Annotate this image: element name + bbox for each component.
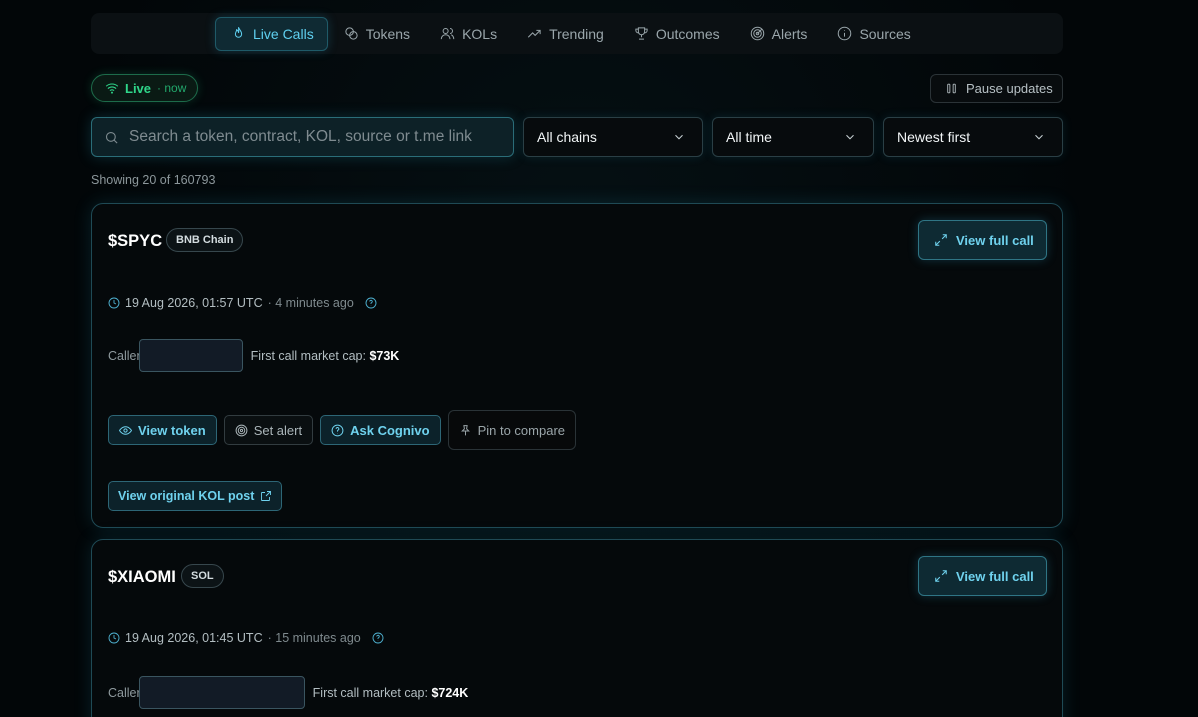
chain-badge: SOL — [181, 564, 224, 588]
caller-avatar[interactable] — [138, 339, 243, 372]
set-alert-button[interactable]: Set alert — [223, 415, 314, 445]
live-status-badge: Live · now — [91, 74, 198, 102]
view-original-post-button[interactable]: View original KOL post — [108, 481, 283, 511]
call-actions: View token Set alert Ask Cognivo Pin to … — [108, 410, 577, 450]
token-ticker: $XIAOMI — [108, 568, 176, 586]
tab-tokens[interactable]: Tokens — [328, 17, 424, 51]
search-bar — [91, 117, 514, 157]
search-input[interactable] — [129, 128, 499, 146]
pause-icon — [947, 83, 956, 94]
market-cap-value: $73K — [369, 348, 400, 363]
chevron-down-icon — [1035, 134, 1043, 140]
call-timestamp: 19 Aug 2026, 01:45 UTC — [125, 631, 263, 645]
tab-sources[interactable]: Sources — [821, 17, 924, 51]
live-label: Live — [125, 80, 152, 96]
trending-up-icon — [527, 29, 541, 38]
pause-label: Pause updates — [966, 81, 1053, 96]
tab-label: Live Calls — [253, 25, 314, 42]
external-link-icon — [261, 491, 272, 501]
tab-label: Tokens — [365, 25, 411, 42]
view-full-call-label: View full call — [956, 568, 1034, 584]
radar-icon — [750, 26, 764, 41]
trophy-icon — [635, 27, 648, 40]
market-cap-value: $724K — [431, 685, 469, 700]
call-timestamp-row: 19 Aug 2026, 01:57 UTC · 4 minutes ago — [108, 296, 377, 310]
set-alert-label: Set alert — [253, 422, 303, 438]
caller-avatar[interactable] — [138, 676, 305, 709]
ask-cognivo-label: Ask Cognivo — [350, 422, 430, 438]
caller-row: Caller First call market cap: $73K — [108, 339, 399, 372]
view-token-label: View token — [138, 422, 206, 438]
tab-alerts[interactable]: Alerts — [734, 17, 822, 51]
chain-select-value: All chains — [537, 129, 597, 145]
caller-label: Caller — [108, 685, 141, 700]
tab-label: Outcomes — [655, 25, 720, 42]
coins-icon — [345, 27, 358, 40]
results-count: Showing 20 of 160793 — [91, 173, 216, 187]
pause-updates-button[interactable]: Pause updates — [930, 74, 1063, 103]
tab-trending[interactable]: Trending — [511, 17, 618, 51]
caller-row: Caller First call market cap: $724K — [108, 676, 468, 709]
eye-icon — [119, 425, 132, 435]
sort-select[interactable]: Newest first — [883, 117, 1063, 157]
sort-select-value: Newest first — [897, 129, 971, 145]
chain-badge: BNB Chain — [166, 228, 244, 252]
view-full-call-button[interactable]: View full call — [918, 556, 1047, 596]
chevron-down-icon — [675, 134, 683, 140]
tab-outcomes[interactable]: Outcomes — [618, 17, 734, 51]
radar-icon — [235, 424, 248, 436]
help-circle-icon — [331, 424, 344, 436]
time-select[interactable]: All time — [712, 117, 874, 157]
call-timestamp-row: 19 Aug 2026, 01:45 UTC · 15 minutes ago — [108, 631, 384, 645]
tab-label: Sources — [859, 25, 911, 42]
tab-live-calls[interactable]: Live Calls — [215, 16, 328, 51]
expand-icon — [935, 234, 947, 246]
call-timestamp: 19 Aug 2026, 01:57 UTC — [125, 296, 263, 310]
call-card: $SPYC BNB Chain View full call 19 Aug 20… — [91, 203, 1063, 528]
tab-label: KOLs — [462, 25, 498, 42]
token-ticker: $SPYC — [108, 232, 163, 250]
chevron-down-icon — [846, 134, 854, 140]
help-icon[interactable] — [365, 297, 377, 309]
clock-icon — [108, 297, 120, 309]
pin-icon — [460, 424, 470, 435]
view-original-post-label: View original KOL post — [118, 489, 255, 503]
view-full-call-label: View full call — [956, 232, 1034, 248]
call-card: $XIAOMI SOL View full call 19 Aug 2026, … — [91, 539, 1063, 717]
caller-label: Caller — [108, 348, 141, 363]
view-full-call-button[interactable]: View full call — [918, 220, 1047, 260]
tab-label: Trending — [549, 25, 604, 42]
tab-kols[interactable]: KOLs — [424, 17, 511, 51]
call-relative-time: · 4 minutes ago — [267, 296, 354, 310]
search-icon — [105, 131, 118, 144]
flame-icon — [234, 27, 243, 38]
chain-select[interactable]: All chains — [523, 117, 703, 157]
wifi-icon — [105, 83, 119, 94]
users-icon — [440, 28, 455, 40]
market-cap-label: First call market cap: $724K — [312, 685, 469, 700]
live-suffix: · now — [157, 81, 187, 95]
view-token-button[interactable]: View token — [108, 415, 217, 445]
info-icon — [838, 26, 852, 41]
pin-to-compare-label: Pin to compare — [477, 422, 566, 438]
top-nav: Live Calls Tokens KOLs Trending Outcomes… — [91, 13, 1063, 54]
clock-icon — [108, 632, 120, 644]
pin-to-compare-button[interactable]: Pin to compare — [447, 410, 577, 450]
call-relative-time: · 15 minutes ago — [267, 631, 361, 645]
tab-label: Alerts — [771, 25, 808, 42]
ask-cognivo-button[interactable]: Ask Cognivo — [320, 415, 441, 445]
time-select-value: All time — [726, 129, 772, 145]
market-cap-label: First call market cap: $73K — [250, 348, 400, 363]
expand-icon — [935, 570, 947, 582]
help-icon[interactable] — [372, 632, 384, 644]
